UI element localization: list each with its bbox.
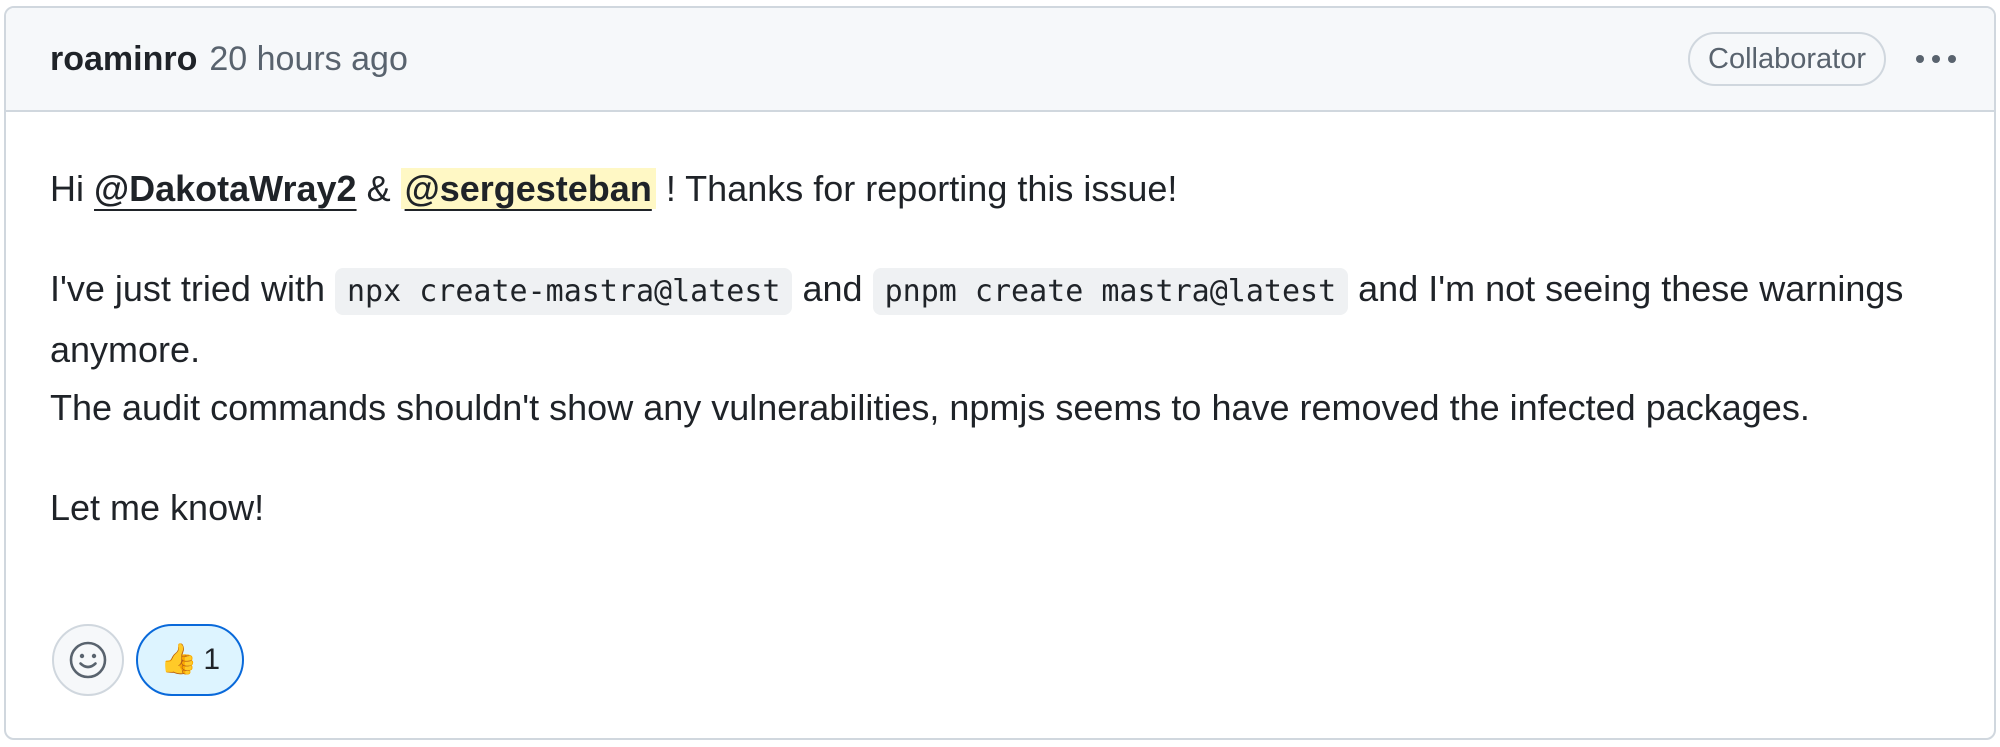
reaction-count: 1 <box>203 643 221 676</box>
more-options-icon[interactable] <box>1908 35 1964 83</box>
ampersand-text: & <box>366 168 391 209</box>
comment-timestamp[interactable]: 20 hours ago <box>209 40 408 79</box>
reaction-thumbs-up-button[interactable]: 👍 1 <box>136 624 245 696</box>
comment-card: roaminro 20 hours ago Collaborator Hi @D… <box>4 6 1996 740</box>
code-pnpm-command: pnpm create mastra@latest <box>872 268 1349 315</box>
comment-paragraph-1: Hi @DakotaWray2 & @sergesteban ! Thanks … <box>50 160 1950 218</box>
smiley-icon <box>69 641 107 679</box>
tried-text: I've just tried with <box>50 268 325 309</box>
and-text: and <box>802 268 863 309</box>
add-reaction-button[interactable] <box>52 624 124 696</box>
comment-body: Hi @DakotaWray2 & @sergesteban ! Thanks … <box>6 112 1994 537</box>
reactions-bar: 👍 1 <box>52 624 245 696</box>
comment-paragraph-3: Let me know! <box>50 487 265 528</box>
mention-link-dakotawray2[interactable]: @DakotaWray2 <box>94 168 357 209</box>
collaborator-badge: Collaborator <box>1688 32 1886 86</box>
thanks-text: ! Thanks for reporting this issue! <box>665 168 1178 209</box>
author-name[interactable]: roaminro <box>50 40 197 79</box>
mention-link-sergesteban[interactable]: @sergesteban <box>400 168 656 209</box>
greeting-text: Hi <box>50 168 84 209</box>
thumbs-up-icon: 👍 <box>160 642 198 677</box>
comment-header: roaminro 20 hours ago Collaborator <box>6 8 1994 112</box>
audit-text: The audit commands shouldn't show any vu… <box>50 387 1810 428</box>
code-npx-command: npx create-mastra@latest <box>335 268 793 315</box>
comment-paragraph-2: I've just tried with npx create-mastra@l… <box>50 260 1950 437</box>
